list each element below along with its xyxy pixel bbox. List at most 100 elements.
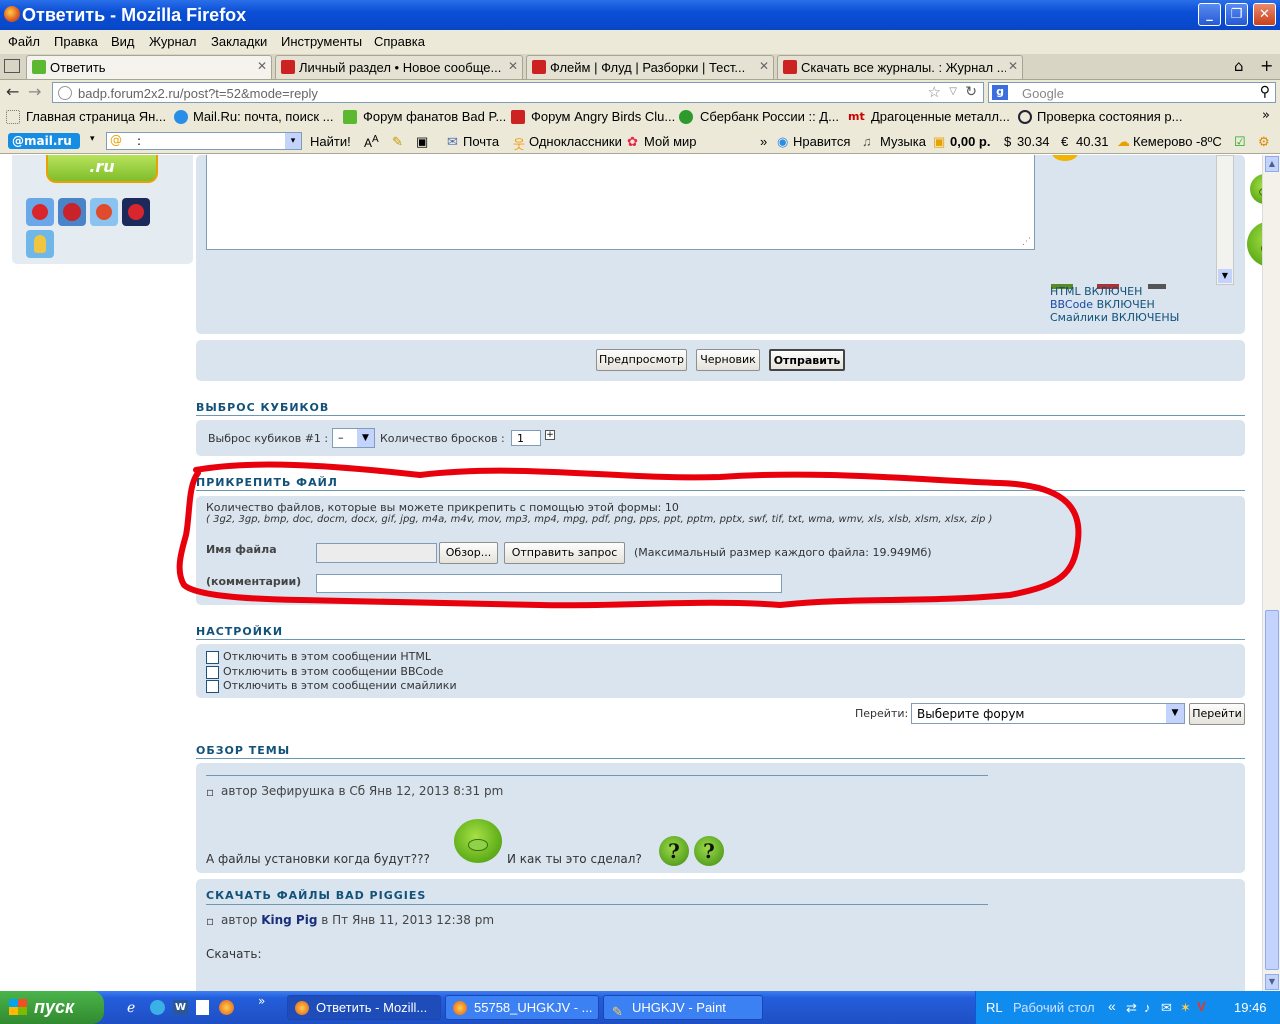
reload-icon[interactable]: ↻: [965, 84, 977, 100]
post-author-link[interactable]: King Pig: [261, 913, 317, 927]
firefox-icon[interactable]: [219, 1000, 234, 1015]
new-tab-icon[interactable]: +: [1260, 56, 1273, 75]
scroll-up-icon[interactable]: ▲: [1265, 156, 1279, 172]
add-icon[interactable]: +: [545, 430, 555, 440]
character-icon[interactable]: [26, 230, 54, 258]
menu-edit[interactable]: Правка: [54, 34, 98, 49]
file-path-input[interactable]: [316, 543, 437, 563]
word-icon[interactable]: W: [173, 1000, 188, 1015]
scroll-thumb[interactable]: [1265, 610, 1279, 970]
tab-personal[interactable]: Личный раздел • Новое сообще... ✕: [275, 55, 523, 79]
clock[interactable]: 19:46: [1234, 1000, 1267, 1015]
usd-rate[interactable]: 30.34: [1017, 134, 1050, 149]
sound-icon[interactable]: ♪: [1144, 1000, 1151, 1015]
chevron-down-icon[interactable]: ▾: [90, 134, 95, 144]
pig-smiley-icon[interactable]: [1250, 174, 1262, 204]
globe-icon[interactable]: [150, 1000, 165, 1015]
smilies-scrollbar[interactable]: ▼: [1216, 155, 1234, 285]
chevron-down-icon[interactable]: ▾: [285, 133, 301, 149]
antivirus-icon[interactable]: V: [1197, 999, 1206, 1014]
find-button[interactable]: Найти!: [310, 134, 351, 149]
scroll-down-icon[interactable]: ▼: [1265, 974, 1279, 990]
forum-select[interactable]: Выберите форум ▼: [911, 703, 1185, 724]
angry-bird-red-icon[interactable]: [26, 198, 54, 226]
document-icon[interactable]: [196, 1000, 209, 1015]
jump-button[interactable]: Перейти: [1189, 703, 1245, 725]
task-firefox[interactable]: Ответить - Mozill...: [287, 995, 441, 1020]
balance-value[interactable]: 0,00 р.: [950, 134, 990, 149]
angry-bird-seasons-icon[interactable]: [58, 198, 86, 226]
tab-close-icon[interactable]: ✕: [1008, 59, 1018, 73]
tab-close-icon[interactable]: ✕: [508, 59, 518, 73]
bookmark-sberbank[interactable]: Сбербанк России :: Д...: [700, 109, 839, 124]
bookmark-metals[interactable]: Драгоценные металл...: [871, 109, 1010, 124]
language-indicator[interactable]: RL: [986, 1000, 1003, 1015]
page-scrollbar[interactable]: ▲ ▼: [1262, 155, 1280, 991]
submit-button[interactable]: Отправить: [769, 349, 845, 371]
tab-flame[interactable]: Флейм | Флуд | Разборки | Тест... ✕: [526, 55, 774, 79]
bookmark-badpiggies[interactable]: Форум фанатов Bad P...: [363, 109, 506, 124]
network-icon[interactable]: ⇄: [1126, 1000, 1137, 1016]
draft-button[interactable]: Черновик: [696, 349, 760, 371]
mymir-link[interactable]: Мой мир: [644, 134, 697, 149]
overflow-chevron-icon[interactable]: »: [258, 994, 265, 1008]
back-icon[interactable]: ←: [6, 82, 19, 101]
send-request-button[interactable]: Отправить запрос: [504, 542, 625, 564]
start-button[interactable]: пуск: [0, 991, 104, 1024]
weather-value[interactable]: Кемерово -8ºC: [1133, 134, 1222, 149]
disable-smilies-checkbox[interactable]: [206, 680, 219, 693]
resize-grip-icon[interactable]: ⋰: [1022, 237, 1031, 247]
big-pig-smiley-icon[interactable]: [1247, 221, 1262, 267]
cursor-icon[interactable]: ✶: [1180, 1000, 1191, 1016]
mailru-logo[interactable]: @mail.ru: [8, 133, 80, 149]
close-button[interactable]: ✕: [1253, 3, 1276, 26]
like-link[interactable]: Нравится: [793, 134, 850, 149]
disable-bbcode-checkbox[interactable]: [206, 666, 219, 679]
site-logo[interactable]: .ru: [46, 155, 158, 183]
checkbox-icon[interactable]: ☑: [1234, 134, 1246, 150]
google-icon[interactable]: g: [992, 85, 1008, 100]
tab-close-icon[interactable]: ✕: [759, 59, 769, 73]
tab-journals[interactable]: Скачать все журналы. : Журнал ... ✕: [777, 55, 1023, 79]
odnoklassniki-link[interactable]: Одноклассники: [529, 134, 622, 149]
dice-select[interactable]: – ▼: [332, 428, 375, 448]
bbcode-link[interactable]: BBCode: [1050, 298, 1093, 311]
mail-icon[interactable]: ✉: [1161, 1000, 1172, 1016]
star-icon[interactable]: ☆: [928, 83, 941, 101]
bookmark-yandex[interactable]: Главная страница Ян...: [26, 109, 166, 124]
ie-icon[interactable]: ℯ: [127, 1000, 135, 1016]
url-bar[interactable]: badp.forum2x2.ru/post?t=52&mode=reply ☆ …: [52, 82, 984, 103]
dice-count-input[interactable]: 1: [511, 430, 541, 446]
preview-button[interactable]: Предпросмотр: [596, 349, 687, 371]
tab-list-icon[interactable]: [4, 59, 20, 73]
forward-icon[interactable]: →: [28, 82, 41, 101]
screenshot-icon[interactable]: ▣: [416, 134, 428, 150]
tab-reply[interactable]: Ответить ✕: [26, 55, 272, 79]
eur-rate[interactable]: 40.31: [1076, 134, 1109, 149]
angry-bird-rio-icon[interactable]: [90, 198, 118, 226]
task-paint[interactable]: ✎ UHGKJV - Paint: [603, 995, 763, 1020]
minimize-button[interactable]: _: [1198, 3, 1221, 26]
comment-input[interactable]: [316, 574, 782, 593]
message-textarea[interactable]: ⋰: [206, 155, 1035, 250]
menu-bookmarks[interactable]: Закладки: [211, 34, 267, 49]
overflow-chevron-icon[interactable]: «: [1108, 998, 1116, 1014]
gear-icon[interactable]: ⚙: [1258, 134, 1270, 150]
maximize-button[interactable]: ❐: [1225, 3, 1248, 26]
bookmark-mailru[interactable]: Mail.Ru: почта, поиск ...: [193, 109, 333, 124]
menu-history[interactable]: Журнал: [149, 34, 196, 49]
task-viewer[interactable]: 55758_UHGKJV - ...: [445, 995, 599, 1020]
chevron-down-icon[interactable]: ▼: [357, 429, 374, 447]
menu-tools[interactable]: Инструменты: [281, 34, 362, 49]
font-icon[interactable]: AA: [364, 134, 379, 150]
mail-link[interactable]: Почта: [463, 134, 499, 149]
chevron-down-icon[interactable]: ▼: [1218, 269, 1232, 283]
search-bar[interactable]: g Google ⚲: [988, 82, 1276, 103]
overflow-chevron-icon[interactable]: »: [760, 134, 767, 149]
desktop-toolbar-label[interactable]: Рабочий стол: [1013, 1000, 1095, 1015]
chevron-down-icon[interactable]: ▽: [949, 86, 957, 97]
highlight-icon[interactable]: ✎: [392, 134, 403, 150]
menu-help[interactable]: Справка: [374, 34, 425, 49]
chevron-down-icon[interactable]: ▼: [1166, 704, 1184, 723]
music-link[interactable]: Музыка: [880, 134, 926, 149]
